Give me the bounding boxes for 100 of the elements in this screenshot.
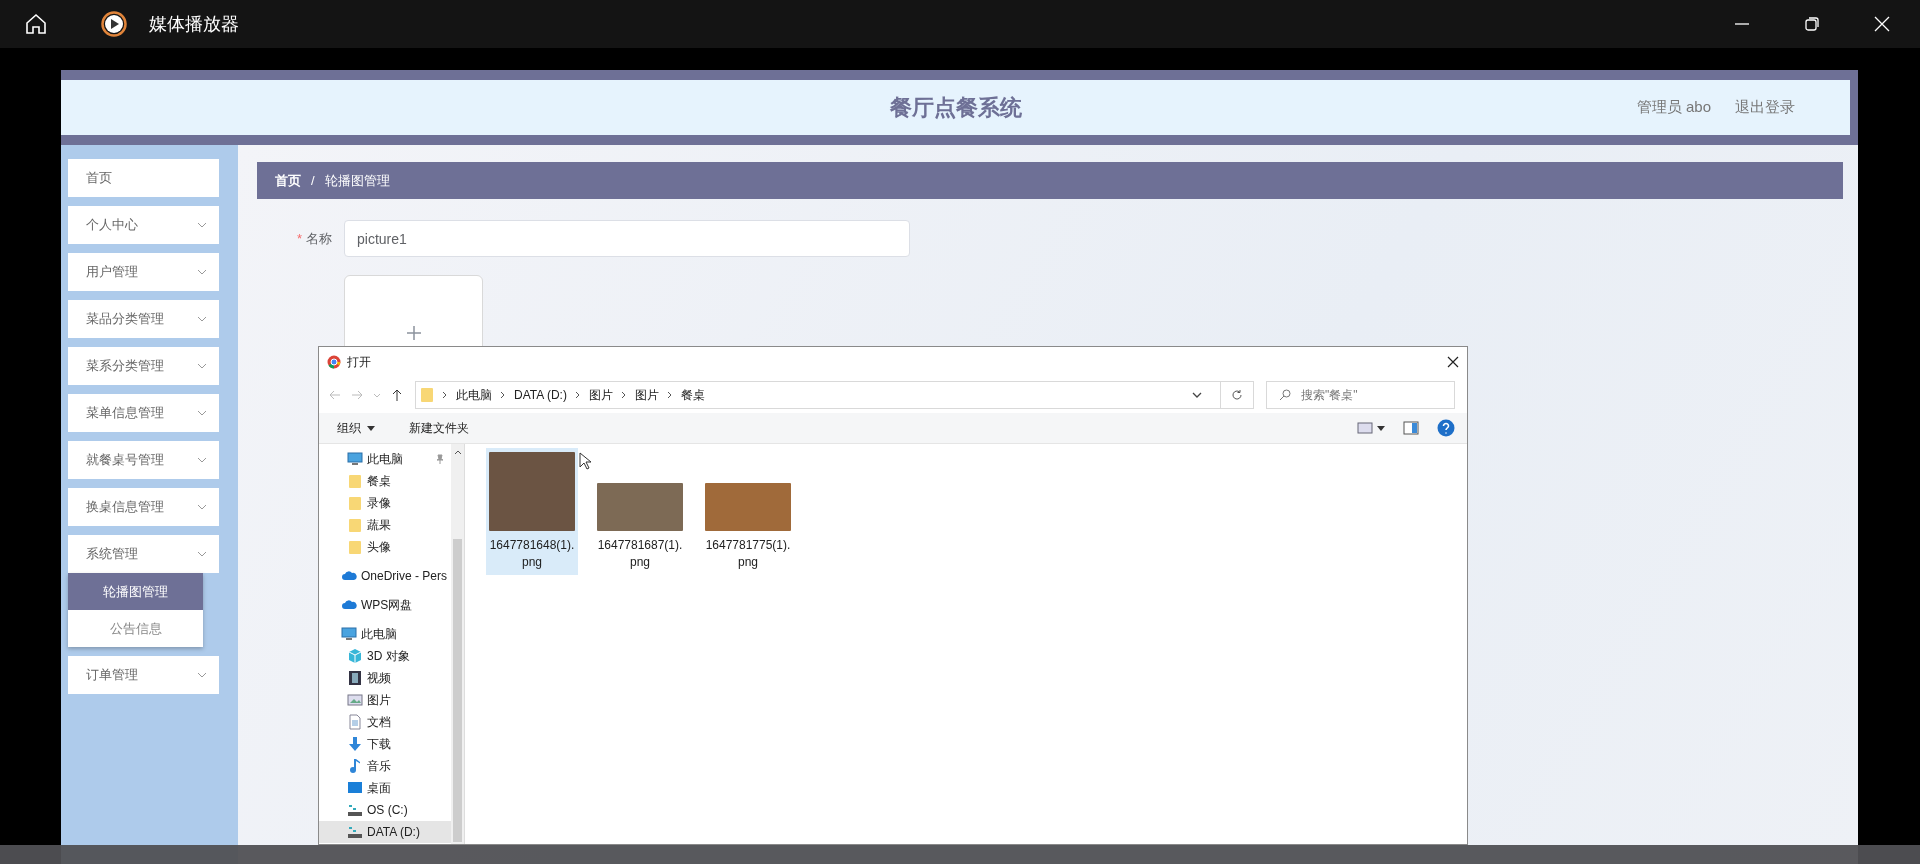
site-title: 餐厅点餐系统 <box>889 94 1022 120</box>
nav-item[interactable]: 录像 <box>319 492 451 514</box>
organize-menu[interactable]: 组织 <box>335 417 377 439</box>
nav-item[interactable]: 此电脑 <box>319 623 451 645</box>
breadcrumb-separator: / <box>311 173 315 188</box>
nav-item[interactable]: 音乐 <box>319 755 451 777</box>
download-icon <box>347 736 363 752</box>
nav-label: 此电脑 <box>367 450 403 468</box>
document-icon <box>347 714 363 730</box>
plus-icon <box>406 326 421 340</box>
menu-item[interactable]: 用户管理 <box>68 253 219 291</box>
name-input[interactable]: picture1 <box>344 220 910 257</box>
nav-item[interactable]: 3D 对象 <box>319 645 451 667</box>
path-segment[interactable]: 图片 <box>634 386 659 404</box>
nav-item[interactable]: 餐桌 <box>319 470 451 492</box>
logout-link[interactable]: 退出登录 <box>1735 98 1795 117</box>
nav-label: 下载 <box>367 735 391 753</box>
folder-icon <box>420 387 434 403</box>
menu-item[interactable]: 首页 <box>68 159 219 197</box>
breadcrumb-item: 轮播图管理 <box>324 171 390 190</box>
submenu-item[interactable]: 公告信息 <box>68 610 203 647</box>
chevron-icon <box>197 504 207 510</box>
user-label: 管理员 abo <box>1636 98 1711 117</box>
nav-label: 桌面 <box>367 779 391 797</box>
view-options-icon[interactable] <box>1357 422 1385 434</box>
folder-icon <box>347 539 363 555</box>
nav-label: 蔬果 <box>367 516 391 534</box>
folder-icon <box>347 495 363 511</box>
nav-label: 头像 <box>367 538 391 556</box>
search-field[interactable]: 搜索"餐桌" <box>1266 381 1455 409</box>
dropdown-chevron-icon[interactable] <box>1192 392 1202 398</box>
chevron-icon <box>197 269 207 275</box>
film-icon <box>347 670 363 686</box>
nav-label: WPS网盘 <box>361 596 413 614</box>
nav-item[interactable]: 图片 <box>319 689 451 711</box>
chevron-icon <box>197 672 207 678</box>
path-segment[interactable]: 餐桌 <box>680 386 705 404</box>
dialog-title: 打开 <box>347 353 371 371</box>
nav-label: 餐桌 <box>367 472 391 490</box>
nav-item[interactable]: DATA (D:) <box>319 821 451 843</box>
nav-item[interactable]: 文档 <box>319 711 451 733</box>
nav-item[interactable]: WPS网盘 <box>319 594 451 616</box>
path-segment[interactable]: 此电脑 <box>456 386 492 404</box>
chevron-right-icon <box>500 391 506 399</box>
desktop-icon <box>347 780 363 796</box>
scrollbar[interactable] <box>451 444 465 844</box>
path-segment[interactable]: DATA (D:) <box>514 388 567 402</box>
breadcrumb-item[interactable]: 首页 <box>275 171 301 190</box>
chevron-icon <box>197 410 207 416</box>
file-item[interactable]: 1647781687(1).png <box>594 448 686 575</box>
preview-pane-icon[interactable] <box>1403 421 1419 435</box>
menu-item[interactable]: 个人中心 <box>68 206 219 244</box>
nav-item[interactable]: 蔬果 <box>319 514 451 536</box>
browser-logo-icon <box>327 355 341 369</box>
up-arrow-icon[interactable] <box>391 389 403 401</box>
drive-icon <box>347 824 363 840</box>
field-label: * 名称 <box>295 229 332 248</box>
chevron-icon <box>197 457 207 463</box>
nav-item[interactable]: 桌面 <box>319 777 451 799</box>
new-folder-button[interactable]: 新建文件夹 <box>407 417 471 439</box>
music-note-icon <box>347 758 363 774</box>
nav-label: 此电脑 <box>361 625 397 643</box>
close-icon[interactable] <box>1447 356 1459 368</box>
file-name: 1647781687(1).png <box>596 537 684 571</box>
nav-item[interactable]: OneDrive - Pers <box>319 565 451 587</box>
chevron-right-icon <box>574 391 581 399</box>
path-segment[interactable]: 图片 <box>588 386 613 404</box>
menu-item[interactable]: 系统管理 <box>68 535 219 573</box>
file-name: 1647781648(1).png <box>488 537 576 571</box>
nav-item[interactable]: 头像 <box>319 536 451 558</box>
help-icon[interactable] <box>1437 419 1455 437</box>
scroll-up-icon[interactable] <box>453 448 462 456</box>
computer-icon <box>347 451 363 467</box>
file-name: 1647781775(1).png <box>704 537 792 571</box>
home-icon[interactable] <box>24 12 48 36</box>
search-icon <box>1279 389 1291 401</box>
app-title: 媒体播放器 <box>149 13 239 36</box>
menu-item[interactable]: 菜单信息管理 <box>68 394 219 432</box>
folder-icon <box>347 517 363 533</box>
nav-item[interactable]: 视频 <box>319 667 451 689</box>
menu-item[interactable]: 换桌信息管理 <box>68 488 219 526</box>
nav-item[interactable]: 下载 <box>319 733 451 755</box>
folder-icon <box>347 473 363 489</box>
menu-item[interactable]: 菜品分类管理 <box>68 300 219 338</box>
chevron-icon <box>197 363 207 369</box>
nav-label: 录像 <box>367 494 391 512</box>
file-item[interactable]: 1647781648(1).png <box>486 448 578 575</box>
refresh-icon <box>1231 389 1243 401</box>
file-item[interactable]: 1647781775(1).png <box>702 448 794 575</box>
address-bar[interactable]: 此电脑 DATA (D:) 图片 图片 餐桌 <box>415 381 1254 409</box>
nav-item[interactable]: 此电脑 <box>319 448 451 470</box>
menu-item[interactable]: 就餐桌号管理 <box>68 441 219 479</box>
computer-icon <box>341 626 357 642</box>
nav-label: 视频 <box>367 669 391 687</box>
menu-item[interactable]: 菜系分类管理 <box>68 347 219 385</box>
restore-icon[interactable] <box>1804 16 1820 32</box>
cursor-icon <box>579 452 591 470</box>
submenu-item[interactable]: 轮播图管理 <box>68 573 203 610</box>
nav-item[interactable]: OS (C:) <box>319 799 451 821</box>
menu-item[interactable]: 订单管理 <box>68 656 219 694</box>
